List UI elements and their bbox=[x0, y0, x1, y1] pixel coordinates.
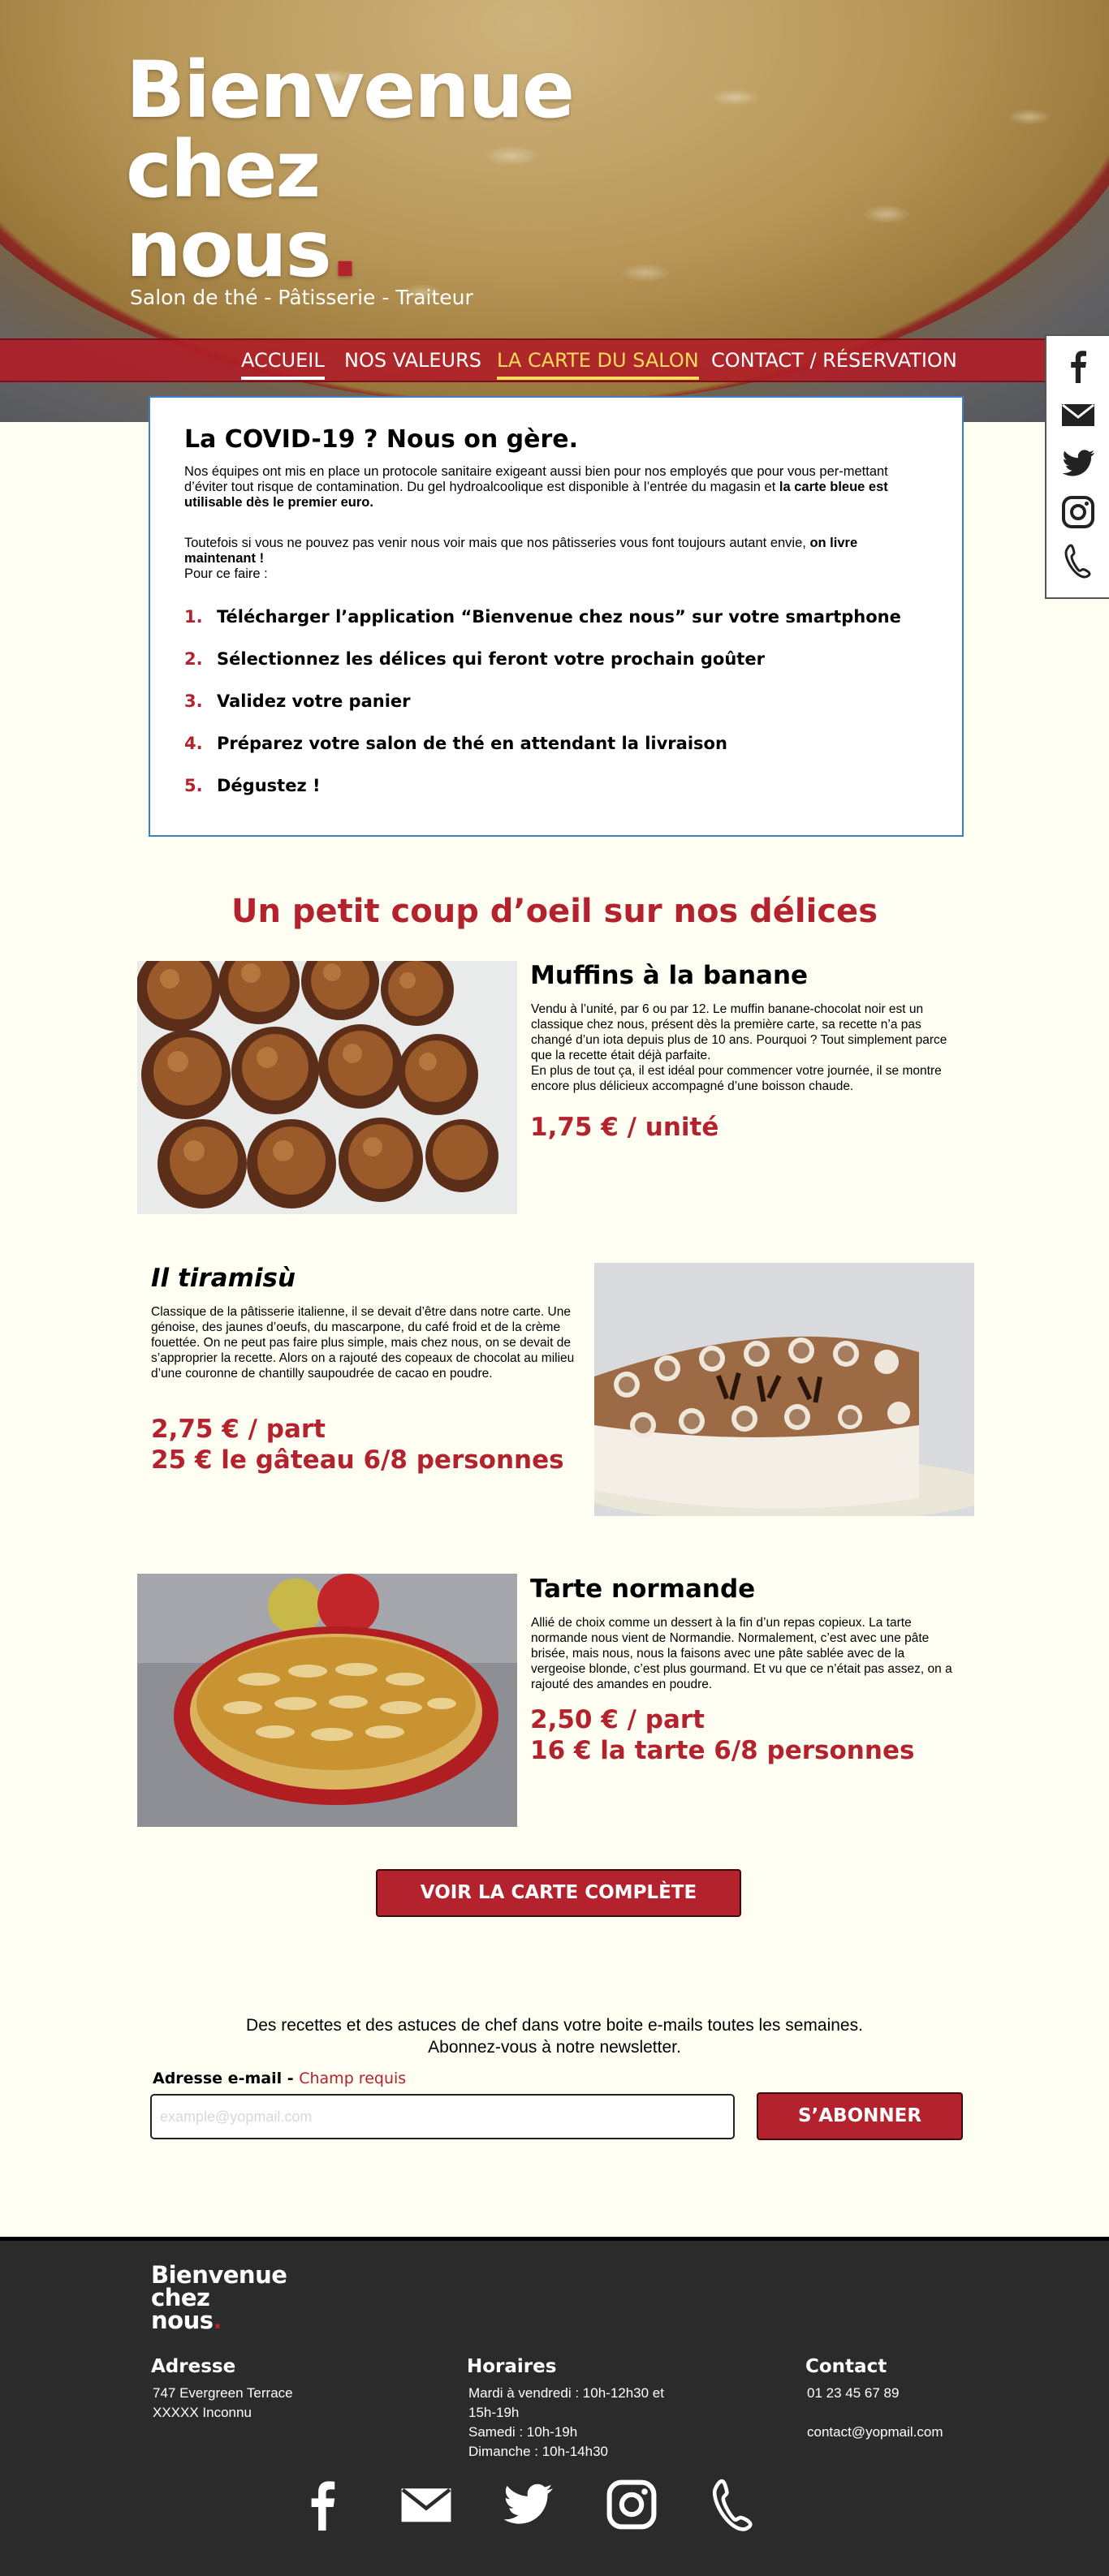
covid-step: 1. Télécharger l’application “Bienvenue c… bbox=[184, 607, 901, 627]
instagram-icon[interactable] bbox=[1059, 493, 1097, 531]
hero-title: Bienvenue chez nous. bbox=[126, 45, 575, 289]
footer-phone[interactable]: 01 23 45 67 89 bbox=[807, 2384, 899, 2403]
product-name: Tarte normande bbox=[530, 1574, 756, 1604]
product-name: Muffins à la banane bbox=[530, 961, 809, 990]
side-social-bar bbox=[1045, 334, 1109, 599]
product-price-whole: 25 € le gâteau 6/8 personnes bbox=[151, 1445, 564, 1475]
hero-title-line: nous bbox=[126, 204, 332, 295]
required-hint: Champ requis bbox=[299, 2070, 407, 2087]
tiramisu-image bbox=[594, 1263, 974, 1516]
covid-step: 2. Sélectionnez les délices qui feront vo… bbox=[184, 649, 765, 669]
covid-step: 5. Dégustez ! bbox=[184, 776, 321, 795]
footer-address-title: Adresse bbox=[151, 2356, 236, 2377]
product-description: Vendu à l’unité, par 6 ou par 12. Le muf… bbox=[531, 1002, 947, 1093]
product-price: 2,50 € / part bbox=[530, 1705, 705, 1734]
product-description: Classique de la pâtisserie italienne, il… bbox=[151, 1305, 575, 1381]
email-label: Adresse e-mail - Champ requis bbox=[153, 2070, 407, 2087]
covid-step: 3. Validez votre panier bbox=[184, 691, 411, 711]
main-navigation: ACCUEIL NOS VALEURS LA CARTE DU SALON CO… bbox=[0, 338, 1109, 382]
phone-icon[interactable] bbox=[1059, 542, 1097, 579]
footer-logo: Bienvenue chez nous. bbox=[151, 2261, 287, 2334]
footer-address: 747 Evergreen Terrace XXXXX Inconnu bbox=[153, 2385, 293, 2420]
hero-title-line: chez bbox=[126, 124, 321, 215]
hero-title-dot: . bbox=[330, 204, 360, 295]
nav-item-la-carte[interactable]: LA CARTE DU SALON bbox=[497, 349, 699, 380]
mail-icon[interactable] bbox=[1059, 396, 1097, 433]
covid-info-box: La COVID-19 ? Nous on gère. Nos équipes … bbox=[149, 396, 964, 837]
twitter-icon[interactable] bbox=[1059, 445, 1097, 482]
twitter-icon[interactable] bbox=[499, 2476, 556, 2533]
product-price-whole: 16 € la tarte 6/8 personnes bbox=[530, 1736, 915, 1765]
product-name: Il tiramisù bbox=[151, 1264, 296, 1293]
mail-icon[interactable] bbox=[398, 2476, 455, 2533]
product-price: 1,75 € / unité bbox=[530, 1113, 719, 1142]
products-section-title: Un petit coup d’oeil sur nos délices bbox=[231, 893, 878, 930]
footer-hours: Mardi à vendredi : 10h-12h30 et 15h-19h … bbox=[468, 2385, 664, 2459]
hero-subtitle: Salon de thé - Pâtisserie - Traiteur bbox=[130, 286, 473, 309]
footer-contact-title: Contact bbox=[805, 2356, 887, 2377]
product-price: 2,75 € / part bbox=[151, 1415, 326, 1444]
phone-icon[interactable] bbox=[705, 2476, 762, 2533]
footer-hours-title: Horaires bbox=[467, 2356, 557, 2377]
facebook-icon[interactable] bbox=[294, 2476, 351, 2533]
footer: Bienvenue chez nous. Adresse 747 Evergre… bbox=[0, 2237, 1109, 2576]
muffins-image bbox=[137, 961, 517, 1214]
footer-email[interactable]: contact@yopmail.com bbox=[807, 2423, 943, 2442]
nav-item-accueil[interactable]: ACCUEIL bbox=[241, 349, 325, 380]
instagram-icon[interactable] bbox=[603, 2476, 660, 2533]
covid-paragraph-1: Nos équipes ont mis en place un protocol… bbox=[184, 464, 888, 510]
tarte-normande-image bbox=[137, 1574, 517, 1827]
product-description: Allié de choix comme un dessert à la fin… bbox=[531, 1616, 952, 1691]
hero-title-line: Bienvenue bbox=[126, 45, 575, 136]
view-full-menu-button[interactable]: VOIR LA CARTE COMPLÈTE bbox=[376, 1869, 741, 1917]
subscribe-button[interactable]: S’ABONNER bbox=[757, 2092, 963, 2140]
nav-item-contact[interactable]: CONTACT / RÉSERVATION bbox=[711, 349, 957, 377]
nav-item-nos-valeurs[interactable]: NOS VALEURS bbox=[344, 349, 481, 377]
newsletter-text: Des recettes et des astuces de chef dans… bbox=[246, 2016, 863, 2057]
email-input[interactable]: example@yopmail.com bbox=[150, 2094, 735, 2139]
covid-title: La COVID-19 ? Nous on gère. bbox=[184, 425, 578, 454]
covid-step: 4. Préparez votre salon de thé en attenda… bbox=[184, 734, 727, 753]
facebook-icon[interactable] bbox=[1059, 347, 1097, 385]
covid-paragraph-2: Toutefois si vous ne pouvez pas venir no… bbox=[184, 536, 858, 581]
